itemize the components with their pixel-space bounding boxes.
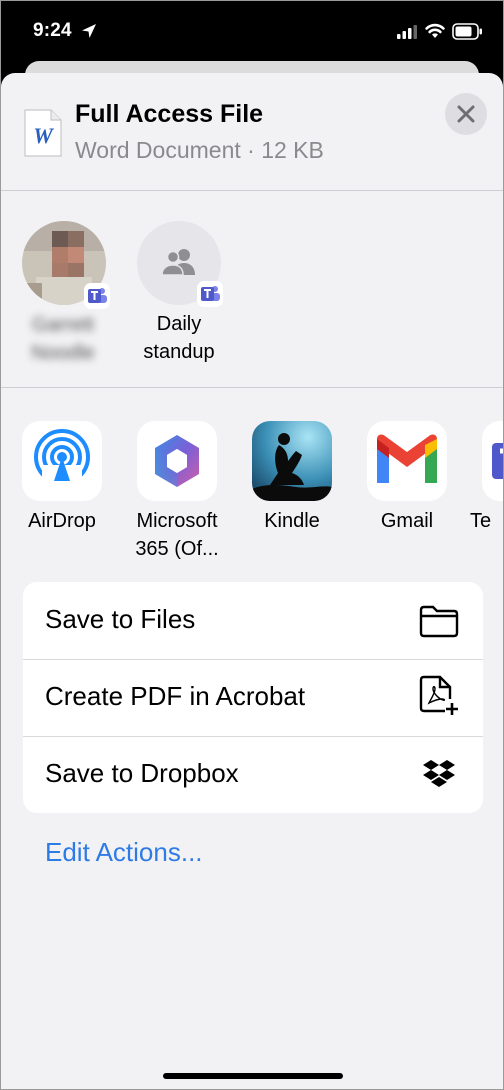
app-label: Te [470, 510, 492, 532]
action-save-to-dropbox[interactable]: Save to Dropbox [23, 736, 483, 813]
action-label: Save to Files [45, 604, 196, 634]
file-subtitle: Word Document · 12 KB [75, 137, 324, 163]
action-label: Create PDF in Acrobat [45, 681, 306, 711]
action-create-pdf-acrobat[interactable]: Create PDF in Acrobat [23, 659, 483, 736]
microsoft-365-icon [137, 421, 217, 501]
close-button[interactable] [445, 93, 487, 135]
person-suggestion-daily-standup[interactable]: Daily standup [117, 221, 237, 371]
header-divider [1, 190, 503, 191]
gmail-icon [367, 421, 447, 501]
kindle-icon [252, 421, 332, 501]
dropbox-icon [423, 760, 455, 787]
action-save-to-files[interactable]: Save to Files [23, 582, 483, 659]
action-label: Save to Dropbox [45, 758, 239, 788]
airdrop-icon [22, 421, 102, 501]
person-name-line1: Daily [156, 313, 202, 335]
microsoft-teams-icon [84, 283, 110, 309]
word-document-icon: W [24, 109, 62, 157]
actions-list: Save to Files Create PDF in Acrobat Save [23, 582, 483, 813]
wifi-icon [425, 23, 445, 38]
share-sheet-header: W Full Access File Word Document · 12 KB [1, 73, 503, 190]
edit-actions-link[interactable]: Edit Actions... [45, 837, 203, 868]
person-name-line2: standup [143, 341, 215, 363]
person-suggestion-contact[interactable]: Garrett Noodle [3, 221, 123, 371]
location-arrow-icon [82, 24, 96, 38]
close-icon [457, 105, 475, 123]
teams-icon [482, 421, 503, 501]
app-label: Gmail [380, 510, 434, 532]
battery-icon [452, 23, 482, 40]
share-sheet: W Full Access File Word Document · 12 KB [1, 73, 503, 1089]
file-title: Full Access File [75, 100, 264, 128]
app-label: Kindle [264, 510, 320, 532]
person-name-line1: Garrett [31, 314, 95, 336]
app-label-line1: Microsoft [136, 510, 218, 532]
folder-icon [419, 605, 459, 638]
microsoft-teams-icon [197, 281, 223, 307]
person-name-line2: Noodle [31, 342, 95, 364]
acrobat-add-icon [419, 675, 458, 715]
share-sheet-screen: 9:24 W Full Access File Word Document · … [0, 0, 504, 1090]
app-label-line2: 365 (Of... [135, 538, 219, 560]
home-indicator [163, 1073, 343, 1079]
status-bar: 9:24 [1, 1, 503, 63]
cellular-signal-icon [397, 25, 417, 39]
doc-letter: W [33, 123, 54, 148]
group-people-icon [161, 249, 195, 276]
app-label: AirDrop [28, 510, 96, 532]
status-time: 9:24 [33, 20, 72, 41]
people-divider [1, 387, 503, 388]
